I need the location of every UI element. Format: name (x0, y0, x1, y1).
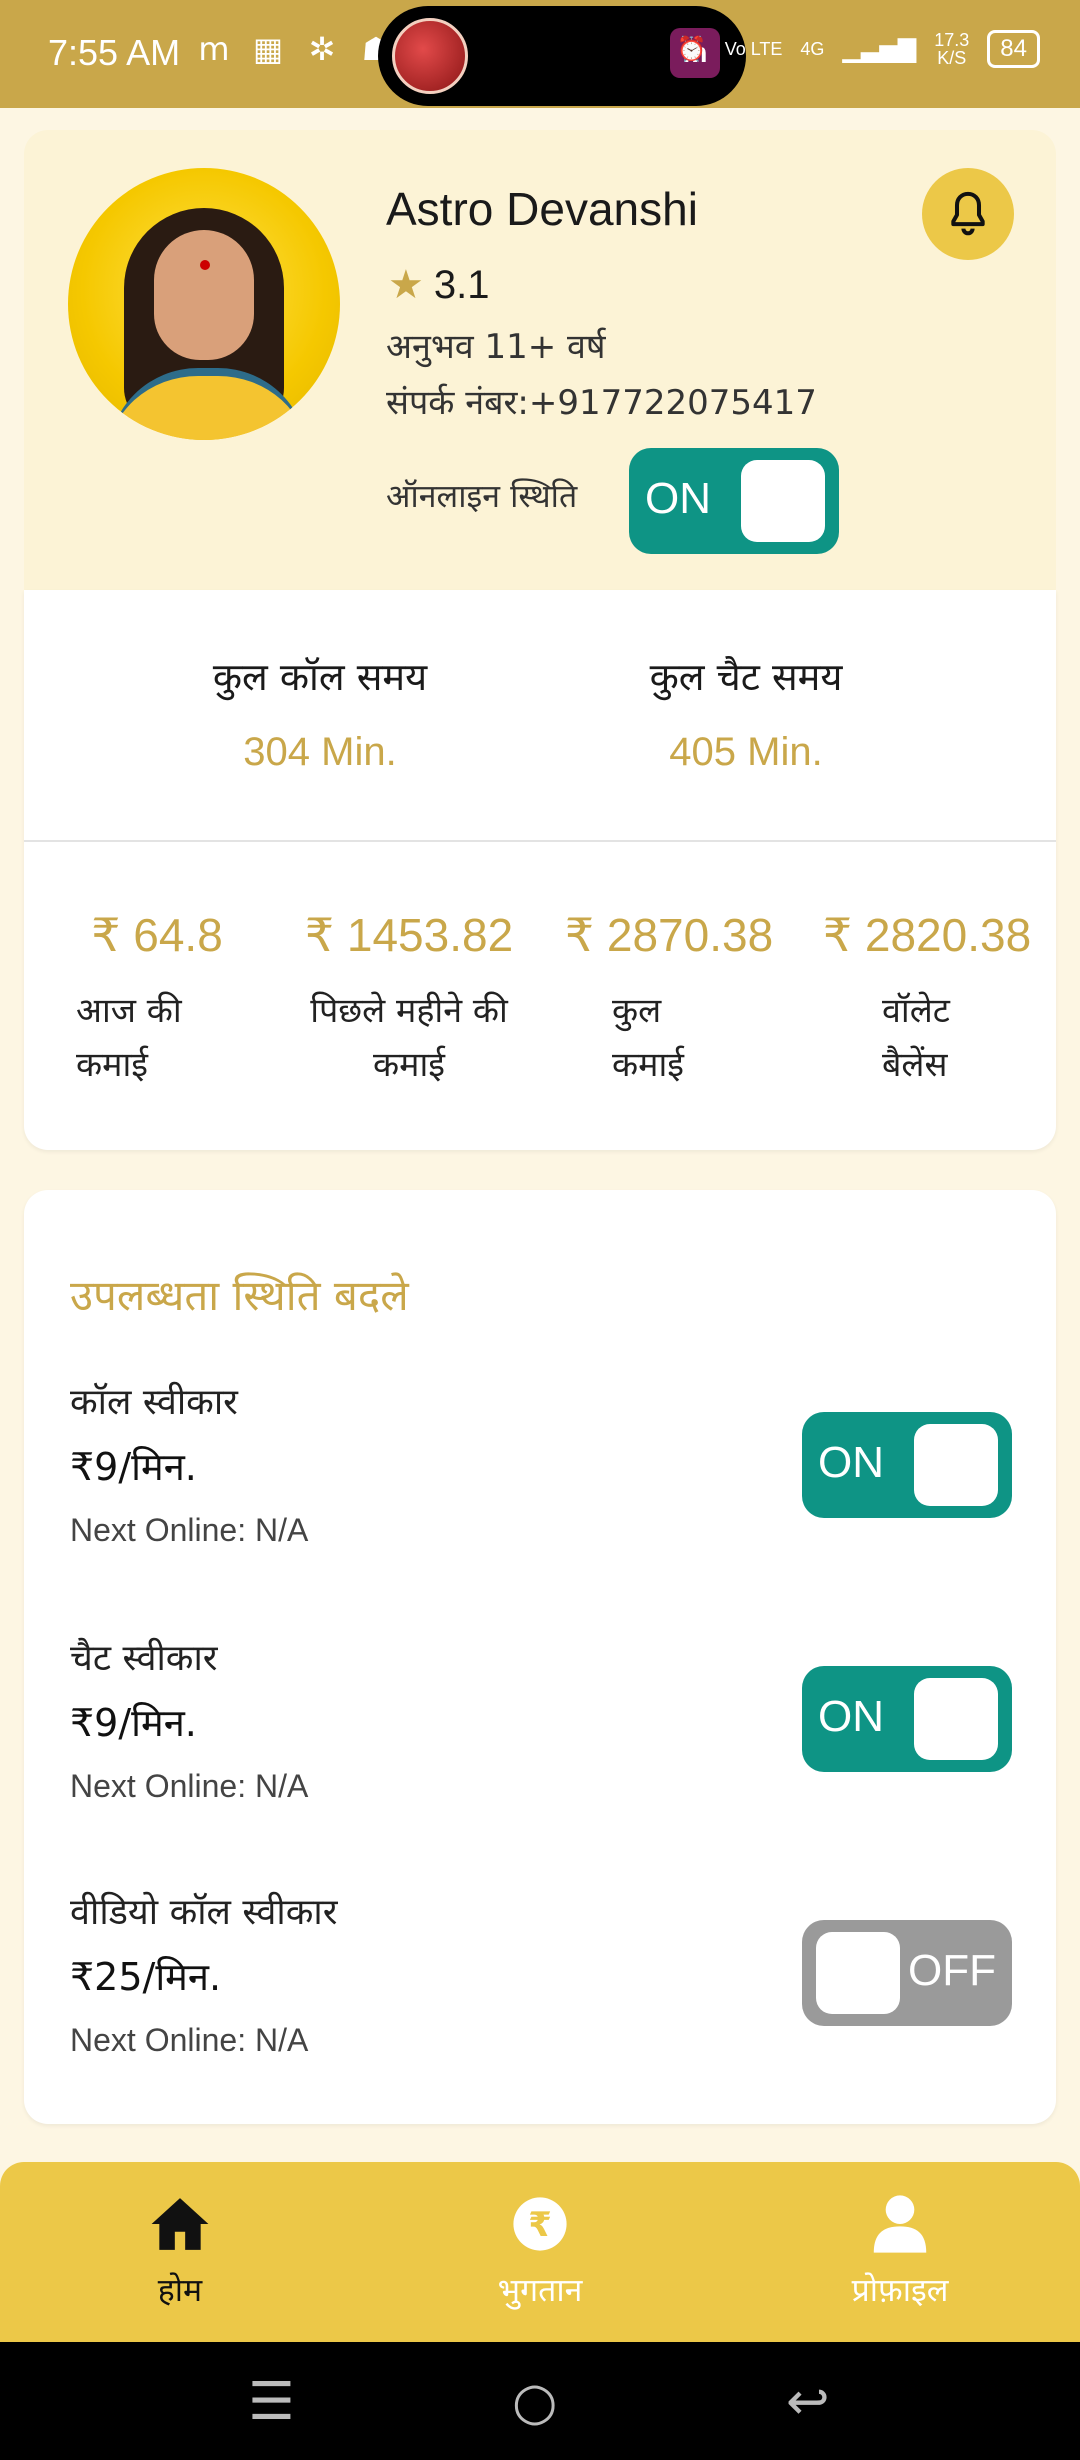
earning-total: ₹ 2870.38 कुल कमाई (544, 908, 794, 1092)
user-icon (873, 2195, 927, 2253)
stats-divider (24, 840, 1056, 842)
online-status-label: ऑनलाइन स्थिति (386, 477, 578, 515)
call-accept-toggle[interactable]: ON (802, 1412, 1012, 1518)
network-speed: 17.3 K/S (934, 31, 969, 67)
earning-label: पिछले महीने की कमाई (310, 991, 508, 1085)
alarm-icon: ⏰ (676, 35, 707, 63)
call-time-value: 304 Min. (243, 730, 397, 774)
experience-text: अनुभव 11+ वर्ष (386, 327, 606, 367)
notification-icons: m ▦ ✲ ☗ (196, 30, 394, 68)
call-time-stat: कुल कॉल समय 304 Min. (100, 650, 540, 775)
network-speed-value: 17.3 (934, 30, 970, 50)
nav-payment-label: भुगतान (497, 2271, 583, 2309)
nav-profile-label: प्रोफ़ाइल (851, 2271, 949, 2309)
chat-time-label: कुल चैट समय (649, 655, 843, 699)
menu-icon[interactable]: ☰ (248, 2372, 295, 2432)
rating-row: ★ 3.1 (388, 262, 489, 308)
grid-notification-icon: ▦ (252, 30, 284, 68)
video-call-accept-toggle[interactable]: OFF (802, 1920, 1012, 2026)
star-icon: ★ (388, 262, 424, 308)
notification-button[interactable] (922, 168, 1014, 260)
profile-card: Astro Devanshi ★ 3.1 अनुभव 11+ वर्ष संपर… (24, 130, 1056, 590)
video-call-accept-title: वीडियो कॉल स्वीकार (70, 1892, 338, 1933)
earning-amount: ₹ 64.8 (91, 909, 223, 961)
call-price: ₹9/मिन. (70, 1445, 197, 1489)
rupee-icon: ₹ (513, 2197, 567, 2251)
astrologer-name: Astro Devanshi (386, 183, 698, 235)
earning-today: ₹ 64.8 आज की कमाई (32, 908, 282, 1092)
earning-amount: ₹ 1453.82 (304, 909, 514, 961)
availability-card: उपलब्धता स्थिति बदले कॉल स्वीकार ₹9/मिन.… (24, 1190, 1056, 2124)
chat-time-stat: कुल चैट समय 405 Min. (526, 650, 966, 775)
online-status-toggle[interactable]: ON (629, 448, 839, 554)
nav-payment[interactable]: ₹ भुगतान (420, 2184, 660, 2311)
chat-time-value: 405 Min. (669, 730, 823, 774)
earning-amount: ₹ 2870.38 (564, 909, 774, 961)
earning-amount: ₹ 2820.38 (822, 909, 1032, 961)
chat-accept-title: चैट स्वीकार (70, 1638, 218, 1679)
call-time-label: कुल कॉल समय (212, 655, 428, 699)
battery-icon: 84 (987, 30, 1040, 68)
earning-label: कुल कमाई (612, 991, 684, 1085)
toggle-knob (914, 1678, 998, 1760)
chat-accept-toggle[interactable]: ON (802, 1666, 1012, 1772)
earning-last-month: ₹ 1453.82 पिछले महीने की कमाई (284, 908, 534, 1092)
nav-home[interactable]: होम (60, 2184, 300, 2311)
contact-number: संपर्क नंबर:+917722075417 (386, 383, 817, 423)
home-circle-icon[interactable]: ○ (512, 2372, 557, 2432)
toggle-knob (816, 1932, 900, 2014)
settings-notification-icon: ✲ (308, 30, 336, 68)
signal-type: 4G (800, 39, 825, 59)
availability-title: उपलब्धता स्थिति बदले (70, 1271, 409, 1320)
media-thumbnail-icon (392, 18, 468, 94)
toggle-knob (741, 460, 825, 542)
network-speed-unit: K/S (937, 48, 967, 68)
toggle-label: OFF (908, 1946, 996, 1995)
toggle-label: ON (818, 1438, 884, 1487)
signal-bars-icon: ▁▃▅▇ (842, 35, 917, 63)
volte-indicator: Vo LTE (724, 39, 783, 59)
home-icon (151, 2198, 209, 2250)
earning-label: वॉलेट बैलेंस (882, 991, 950, 1085)
wallet-balance: ₹ 2820.38 वॉलेट बैलेंस (802, 908, 1052, 1092)
svg-text:₹: ₹ (528, 2205, 552, 2244)
back-icon[interactable]: ↩ (786, 2372, 830, 2432)
stats-card: कुल कॉल समय 304 Min. कुल चैट समय 405 Min… (24, 590, 1056, 1150)
status-time: 7:55 AM (48, 32, 181, 73)
toggle-knob (914, 1424, 998, 1506)
toggle-label: ON (645, 474, 711, 523)
avatar[interactable] (68, 168, 340, 440)
video-call-price: ₹25/मिन. (70, 1955, 222, 1999)
video-call-next-online: Next Online: N/A (70, 2022, 309, 2058)
chat-next-online: Next Online: N/A (70, 1768, 309, 1804)
chat-price: ₹9/मिन. (70, 1701, 197, 1745)
rating-value: 3.1 (433, 262, 490, 307)
earning-label: आज की कमाई (76, 991, 182, 1085)
call-next-online: Next Online: N/A (70, 1512, 309, 1548)
call-accept-title: कॉल स्वीकार (70, 1382, 238, 1423)
status-bar: 7:55 AM m ▦ ✲ ☗ m ⏰ Vo LTE 4G ▁▃▅▇ 17.3 … (0, 0, 1080, 108)
bottom-navigation: होम ₹ भुगतान प्रोफ़ाइल (0, 2162, 1080, 2342)
toggle-label: ON (818, 1692, 884, 1741)
nav-home-label: होम (157, 2271, 203, 2309)
bell-icon (951, 191, 985, 236)
meesho-notification-icon: m (198, 30, 230, 68)
status-indicators: ⏰ Vo LTE 4G ▁▃▅▇ 17.3 K/S 84 (677, 30, 1040, 68)
system-navigation-bar: ☰ ○ ↩ (0, 2342, 1080, 2460)
nav-profile[interactable]: प्रोफ़ाइल (780, 2184, 1020, 2311)
